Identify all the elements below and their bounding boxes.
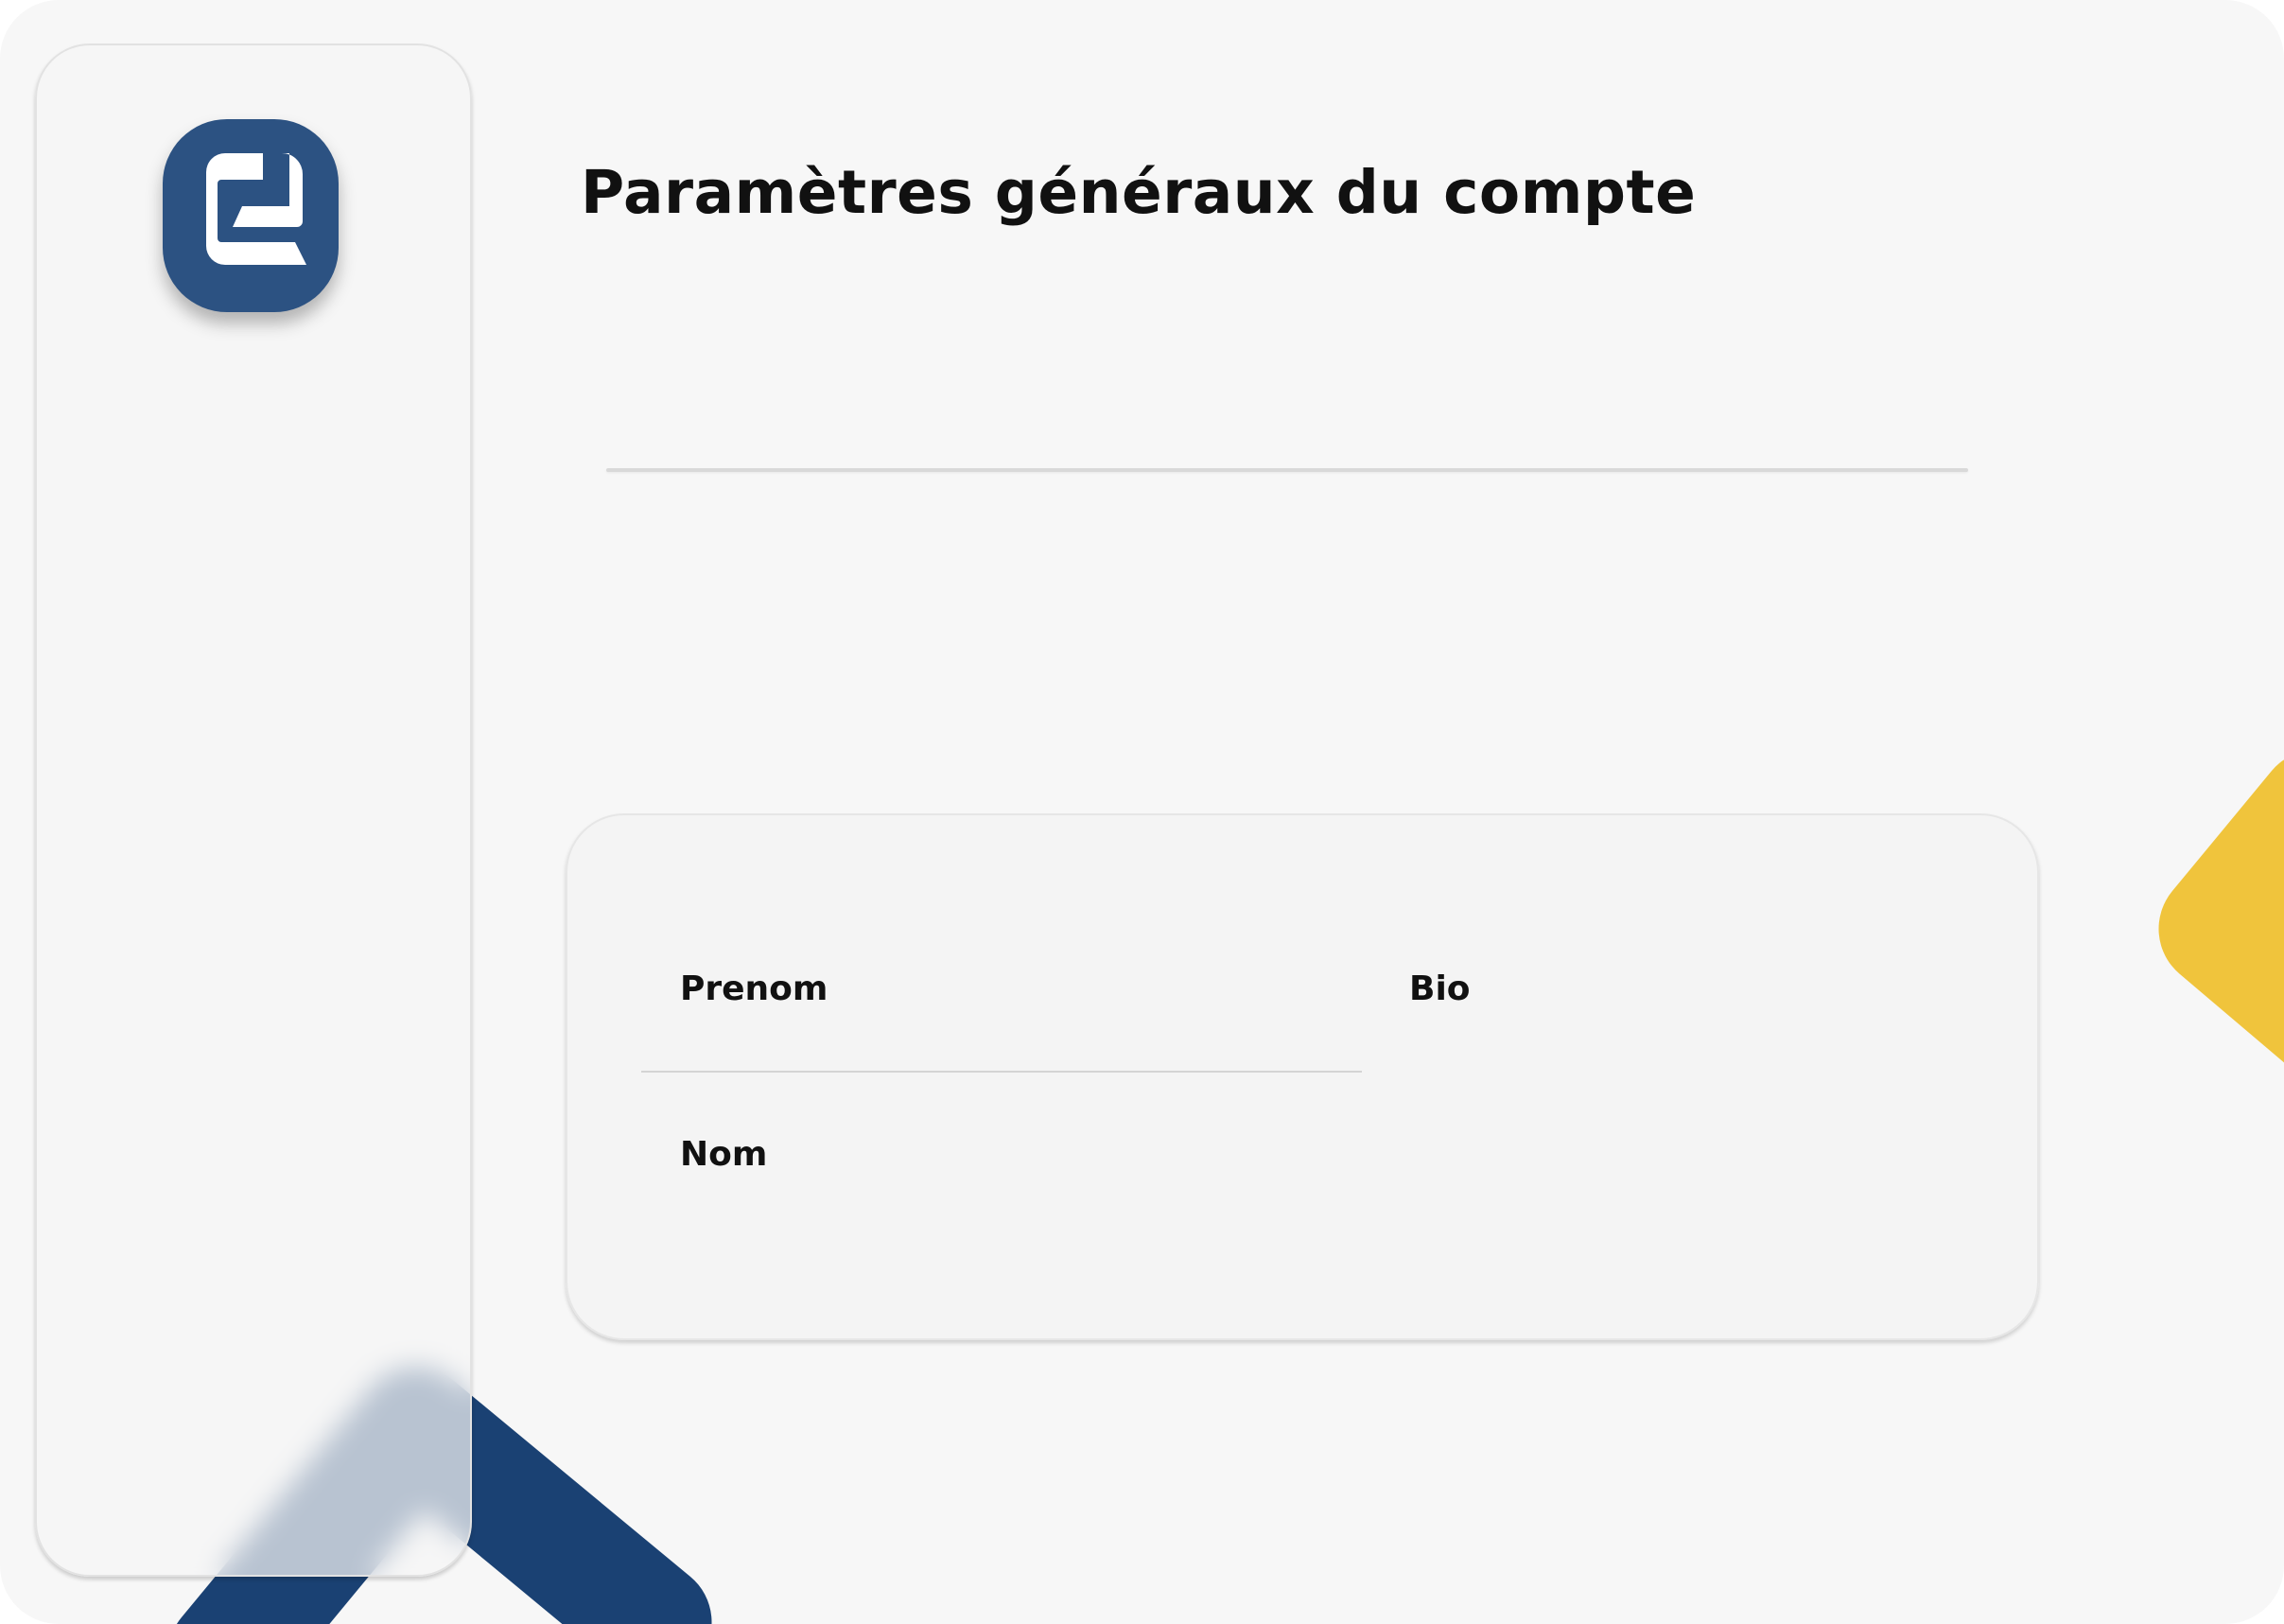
bio-label: Bio bbox=[1409, 969, 1471, 1008]
bio-field[interactable] bbox=[1381, 919, 1967, 1241]
sidebar bbox=[35, 44, 472, 1577]
settings-window: Paramètres généraux du compte Prenom Nom… bbox=[0, 0, 2284, 1624]
app-logo-icon[interactable] bbox=[163, 119, 339, 312]
title-divider bbox=[606, 468, 1968, 472]
page-title: Paramètres généraux du compte bbox=[581, 158, 1697, 227]
prenom-label: Prenom bbox=[680, 969, 828, 1008]
yellow-chevron-shape bbox=[2158, 760, 2284, 1063]
profile-form-card: Prenom Nom Bio bbox=[566, 813, 2039, 1340]
nom-label: Nom bbox=[680, 1135, 768, 1174]
